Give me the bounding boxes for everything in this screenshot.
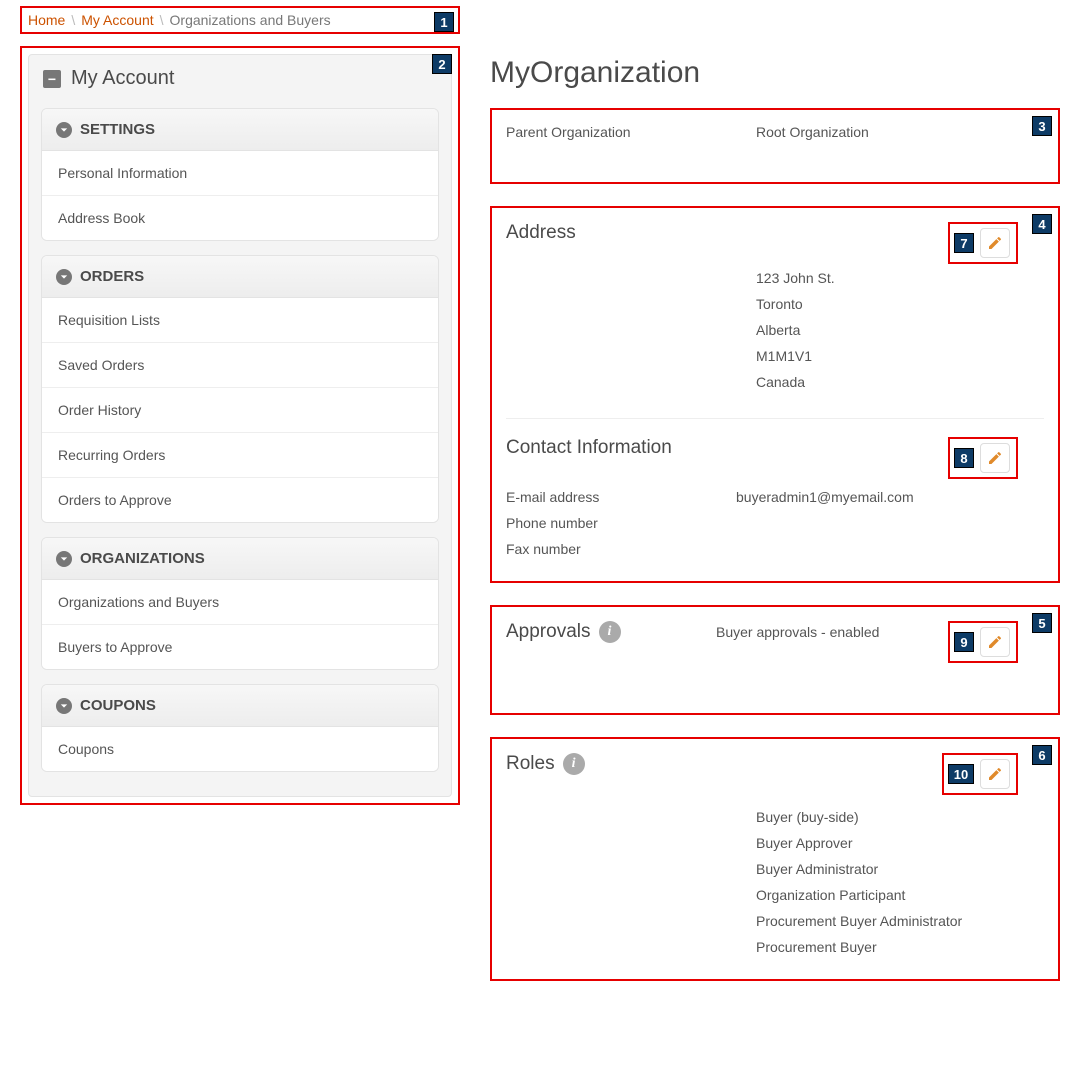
contact-fax-value xyxy=(736,541,1044,557)
section-header-coupons[interactable]: COUPONS xyxy=(42,685,438,727)
sidebar-title: My Account xyxy=(71,67,174,90)
panel-approvals: 5 Approvals i Buyer approvals - enabled … xyxy=(490,605,1060,715)
section-orders: ORDERS Requisition Lists Saved Orders Or… xyxy=(41,255,439,523)
callout-3: 3 xyxy=(1032,116,1052,136)
section-title: COUPONS xyxy=(80,697,156,714)
edit-address-button[interactable] xyxy=(980,228,1010,258)
callout-1: 1 xyxy=(434,12,454,32)
callout-9: 9 xyxy=(954,632,974,652)
callout-4: 4 xyxy=(1032,214,1052,234)
edit-roles-wrap: 10 xyxy=(942,753,1018,795)
chevron-down-icon xyxy=(56,122,72,138)
contact-title: Contact Information xyxy=(506,437,672,459)
address-line: Toronto xyxy=(756,296,1044,312)
contact-phone-label: Phone number xyxy=(506,515,736,531)
panel-address-contact: 4 Address 7 123 John St. Toronto Alberta… xyxy=(490,206,1060,583)
callout-5: 5 xyxy=(1032,613,1052,633)
callout-6: 6 xyxy=(1032,745,1052,765)
callout-10: 10 xyxy=(948,764,974,784)
main-content: MyOrganization 3 Parent Organization Roo… xyxy=(490,46,1060,1003)
pencil-icon xyxy=(987,450,1003,466)
sidebar-item-coupons[interactable]: Coupons xyxy=(42,727,438,771)
role-item: Buyer (buy-side) xyxy=(756,809,1044,825)
address-line: Canada xyxy=(756,374,1044,390)
address-line: M1M1V1 xyxy=(756,348,1044,364)
sidebar-item-address-book[interactable]: Address Book xyxy=(42,196,438,240)
sidebar-item-orders-to-approve[interactable]: Orders to Approve xyxy=(42,478,438,522)
breadcrumb-sep: \ xyxy=(160,12,164,28)
collapse-icon: − xyxy=(43,70,61,88)
sidebar-item-buyers-to-approve[interactable]: Buyers to Approve xyxy=(42,625,438,669)
address-line: Alberta xyxy=(756,322,1044,338)
breadcrumb-home[interactable]: Home xyxy=(28,12,65,28)
edit-address-wrap: 7 xyxy=(948,222,1018,264)
section-title: SETTINGS xyxy=(80,121,155,138)
sidebar-item-recurring-orders[interactable]: Recurring Orders xyxy=(42,433,438,478)
chevron-down-icon xyxy=(56,551,72,567)
section-organizations: ORGANIZATIONS Organizations and Buyers B… xyxy=(41,537,439,670)
role-item: Organization Participant xyxy=(756,887,1044,903)
breadcrumb-sep: \ xyxy=(71,12,75,28)
edit-approvals-button[interactable] xyxy=(980,627,1010,657)
section-coupons: COUPONS Coupons xyxy=(41,684,439,772)
section-header-organizations[interactable]: ORGANIZATIONS xyxy=(42,538,438,580)
address-values: 123 John St. Toronto Alberta M1M1V1 Cana… xyxy=(756,270,1044,400)
contact-email-value: buyeradmin1@myemail.com xyxy=(736,489,1044,505)
breadcrumb-current: Organizations and Buyers xyxy=(170,12,331,28)
section-settings: SETTINGS Personal Information Address Bo… xyxy=(41,108,439,241)
section-title: ORDERS xyxy=(80,268,144,285)
divider xyxy=(506,418,1044,419)
section-header-orders[interactable]: ORDERS xyxy=(42,256,438,298)
parent-org-value: Root Organization xyxy=(756,124,1044,140)
info-icon[interactable]: i xyxy=(563,753,585,775)
role-item: Procurement Buyer Administrator xyxy=(756,913,1044,929)
contact-field: E-mail address buyeradmin1@myemail.com xyxy=(506,489,1044,505)
roles-title: Roles xyxy=(506,753,555,775)
address-line: 123 John St. xyxy=(756,270,1044,286)
sidebar-header[interactable]: − My Account xyxy=(29,55,451,98)
chevron-down-icon xyxy=(56,698,72,714)
sidebar: − My Account SETTINGS Personal Informati… xyxy=(28,54,452,797)
role-item: Procurement Buyer xyxy=(756,939,1044,955)
breadcrumb-account[interactable]: My Account xyxy=(81,12,153,28)
sidebar-item-saved-orders[interactable]: Saved Orders xyxy=(42,343,438,388)
sidebar-item-orgs-and-buyers[interactable]: Organizations and Buyers xyxy=(42,580,438,625)
contact-phone-value xyxy=(736,515,1044,531)
pencil-icon xyxy=(987,235,1003,251)
callout-7: 7 xyxy=(954,233,974,253)
contact-field: Fax number xyxy=(506,541,1044,557)
breadcrumb: Home \ My Account \ Organizations and Bu… xyxy=(20,6,460,34)
edit-contact-button[interactable] xyxy=(980,443,1010,473)
sidebar-item-personal-info[interactable]: Personal Information xyxy=(42,151,438,196)
contact-field: Phone number xyxy=(506,515,1044,531)
address-title: Address xyxy=(506,222,576,244)
panel-roles: 6 Roles i 10 Buyer (buy-side) Buyer Appr xyxy=(490,737,1060,981)
sidebar-item-order-history[interactable]: Order History xyxy=(42,388,438,433)
callout-2: 2 xyxy=(432,54,452,74)
parent-org-label: Parent Organization xyxy=(506,124,736,140)
contact-email-label: E-mail address xyxy=(506,489,736,505)
role-item: Buyer Approver xyxy=(756,835,1044,851)
sidebar-item-requisition-lists[interactable]: Requisition Lists xyxy=(42,298,438,343)
sidebar-container: 2 − My Account SETTINGS Personal Informa… xyxy=(20,46,460,805)
page-title: MyOrganization xyxy=(490,56,1060,90)
edit-contact-wrap: 8 xyxy=(948,437,1018,479)
chevron-down-icon xyxy=(56,269,72,285)
approvals-title: Approvals xyxy=(506,621,591,643)
role-item: Buyer Administrator xyxy=(756,861,1044,877)
section-title: ORGANIZATIONS xyxy=(80,550,205,567)
section-header-settings[interactable]: SETTINGS xyxy=(42,109,438,151)
edit-approvals-wrap: 9 xyxy=(948,621,1018,663)
callout-8: 8 xyxy=(954,448,974,468)
edit-roles-button[interactable] xyxy=(980,759,1010,789)
info-icon[interactable]: i xyxy=(599,621,621,643)
roles-list: Buyer (buy-side) Buyer Approver Buyer Ad… xyxy=(756,809,1044,965)
panel-parent-org: 3 Parent Organization Root Organization xyxy=(490,108,1060,184)
pencil-icon xyxy=(987,766,1003,782)
approvals-value: Buyer approvals - enabled xyxy=(716,624,879,640)
contact-fax-label: Fax number xyxy=(506,541,736,557)
pencil-icon xyxy=(987,634,1003,650)
